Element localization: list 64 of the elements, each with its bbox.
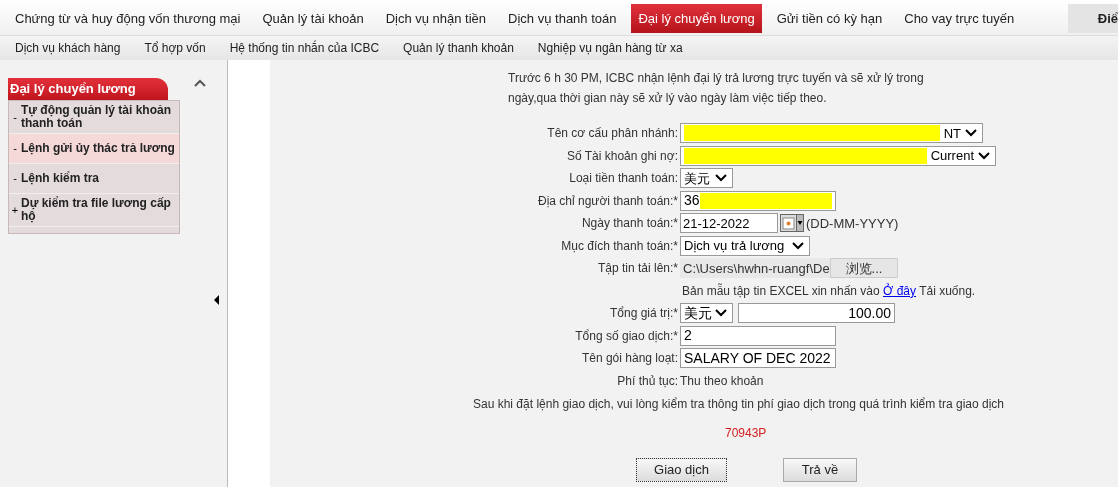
notice-text: Trước 6 h 30 PM, ICBC nhận lệnh đại lý trả lương trực tuyến và sẽ xử lý trong ngày,qua thời gian này sẽ xử lý vào ngày làm việc tiếp theo. (508, 70, 925, 107)
input-field[interactable]: 2 (680, 325, 836, 346)
chevron-down-icon (714, 173, 728, 184)
item-marker: - (12, 109, 18, 125)
action-button[interactable]: Trả về (783, 458, 857, 482)
action-button[interactable]: Giao dịch (636, 458, 727, 482)
sidebar-item[interactable]: - Lệnh gửi ủy thác trả lương (9, 134, 179, 164)
field-label: Địa chỉ người thanh toán:* (537, 192, 679, 210)
field-label: Tên gói hàng loạt: (580, 350, 679, 368)
field-label: Mục đích thanh toán:* (560, 237, 679, 255)
sidebar-item[interactable]: + Dự kiểm tra file lương cấp hộ (9, 194, 179, 227)
sub-menu-item[interactable]: Dịch vụ khách hàng (15, 39, 121, 57)
field-label: Tổng giá trị:* (608, 305, 679, 323)
select-field[interactable]: Dịch vụ trả lương (680, 235, 810, 256)
top-menu-tab[interactable]: Cho vay trực tuyến (897, 4, 1022, 33)
item-label: Tự động quản lý tài khoản thanh toán (21, 104, 173, 130)
item-label: Lệnh gửi ủy thác trả lương (21, 142, 175, 155)
top-menu-tab[interactable]: Dịch vụ thanh toán (501, 4, 624, 33)
chevron-down-icon (714, 308, 728, 319)
input-field[interactable]: SALARY OF DEC 2022 (680, 348, 836, 369)
sidebar-item[interactable]: - Lệnh kiểm tra (9, 164, 179, 194)
sub-menu-item[interactable]: Nghiệp vụ ngân hàng từ xa (537, 39, 683, 57)
input-field[interactable]: 36 (680, 190, 836, 211)
fee-value: Thu theo khoản (680, 372, 764, 390)
collapse-up-icon[interactable] (194, 79, 206, 87)
item-label: Dự kiểm tra file lương cấp hộ (21, 197, 172, 223)
collapse-left-icon[interactable] (214, 295, 219, 305)
amount-field[interactable]: 100.00 (738, 303, 895, 324)
item-marker: - (12, 171, 18, 187)
item-marker: + (10, 202, 20, 218)
field-label: Tên cơ cấu phân nhánh: (546, 125, 679, 143)
sub-menu-item[interactable]: Hệ thống tin nhắn của ICBC (229, 39, 380, 57)
download-link[interactable]: Ở đây (883, 283, 916, 298)
browse-button[interactable]: 浏览... (830, 258, 898, 279)
field-label: Loại tiền thanh toán: (568, 170, 679, 188)
top-menu-tab[interactable]: Đại lý chuyển lương (631, 4, 762, 33)
chevron-down-icon (964, 128, 978, 139)
field-label: Tổng số giao dịch:* (574, 327, 679, 345)
calendar-icon[interactable] (780, 214, 804, 233)
select-field[interactable]: NT (680, 123, 983, 144)
template-note: Bản mẫu tập tin EXCEL xin nhấn vào Ở đây Tải xuống. (682, 282, 976, 300)
field-label: Ngày thanh toán:* (580, 215, 679, 233)
field-label: Tập tin tải lên:* (596, 260, 679, 278)
top-menu-tab[interactable]: Dịch vụ nhận tiền (378, 4, 494, 33)
item-label: Lệnh kiểm tra (21, 172, 100, 185)
date-field[interactable]: 21-12-2022 (680, 213, 778, 234)
chevron-down-icon (791, 240, 805, 251)
field-label: Số Tài khoản ghi nợ: (565, 147, 679, 165)
fee-notice-text: Sau khi đặt lệnh giao dịch, vui lòng kiểm tra thông tin phí giao dịch trong quá trình kiểm tra giao dịch (473, 396, 1005, 413)
date-format-hint: (DD-MM-YYYY) (806, 214, 899, 233)
verification-code: 70943P (725, 425, 768, 442)
sub-menu-item[interactable]: Quản lý thanh khoản (403, 39, 514, 57)
item-marker: - (12, 141, 18, 157)
top-menu-tab[interactable]: Quản lý tài khoản (255, 4, 371, 33)
select-field[interactable]: Current (680, 145, 996, 166)
select-field[interactable]: 美元 (680, 168, 733, 189)
chevron-down-icon (977, 150, 991, 161)
top-menu-tab[interactable]: Gửi tiền có kỳ hạn (769, 4, 890, 33)
top-menu-tab[interactable]: Điể (1067, 4, 1118, 33)
sub-menu-item[interactable]: Tổ hợp vốn (144, 39, 206, 57)
field-label: Phí thủ tục: (616, 372, 679, 390)
currency-select[interactable]: 美元 (680, 303, 733, 324)
top-menu-tab[interactable]: Chứng từ và huy động vốn thương mại (8, 4, 248, 33)
file-path-field[interactable]: C:\Users\hwhn-ruangf\De (680, 258, 830, 279)
